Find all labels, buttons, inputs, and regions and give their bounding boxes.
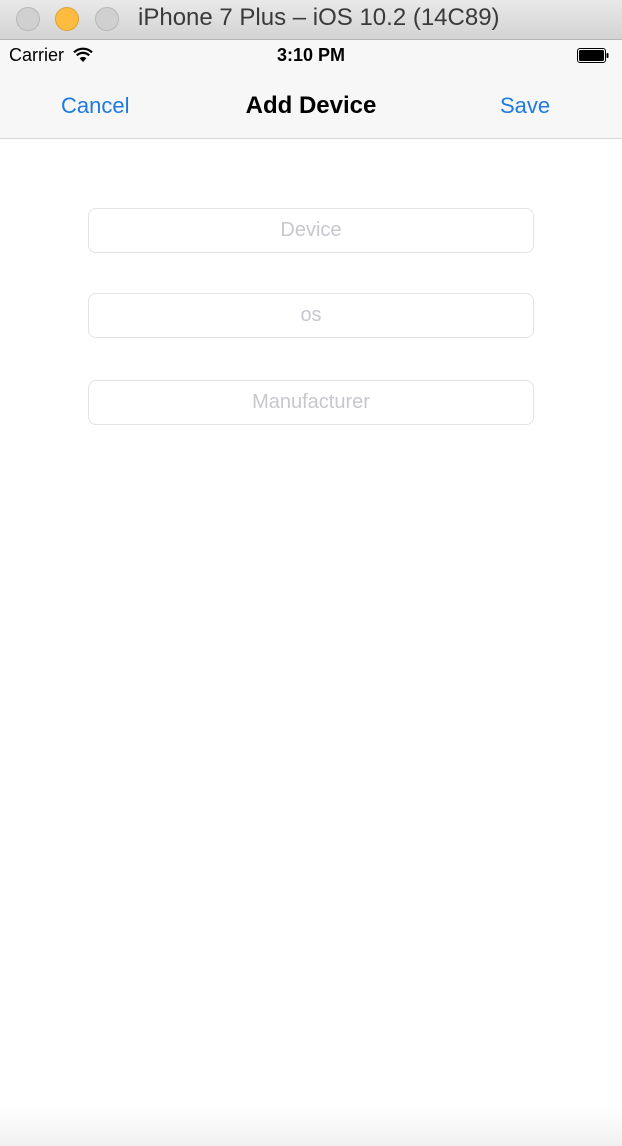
battery-icon: [577, 48, 609, 63]
ios-status-bar: Carrier 3:10 PM: [0, 40, 622, 73]
bottom-edge: [0, 1106, 622, 1146]
window-title: iPhone 7 Plus – iOS 10.2 (14C89): [138, 4, 500, 31]
save-button[interactable]: Save: [500, 93, 550, 119]
simulator-window: iPhone 7 Plus – iOS 10.2 (14C89) Carrier…: [0, 0, 622, 1146]
navigation-bar: Cancel Add Device Save: [0, 73, 622, 139]
zoom-window-button[interactable]: [95, 7, 119, 31]
os-field[interactable]: [88, 293, 534, 338]
close-window-button[interactable]: [16, 7, 40, 31]
minimize-window-button[interactable]: [55, 7, 79, 31]
manufacturer-field[interactable]: [88, 380, 534, 425]
device-field[interactable]: [88, 208, 534, 253]
window-titlebar: iPhone 7 Plus – iOS 10.2 (14C89): [0, 0, 622, 40]
status-time: 3:10 PM: [276, 45, 346, 65]
